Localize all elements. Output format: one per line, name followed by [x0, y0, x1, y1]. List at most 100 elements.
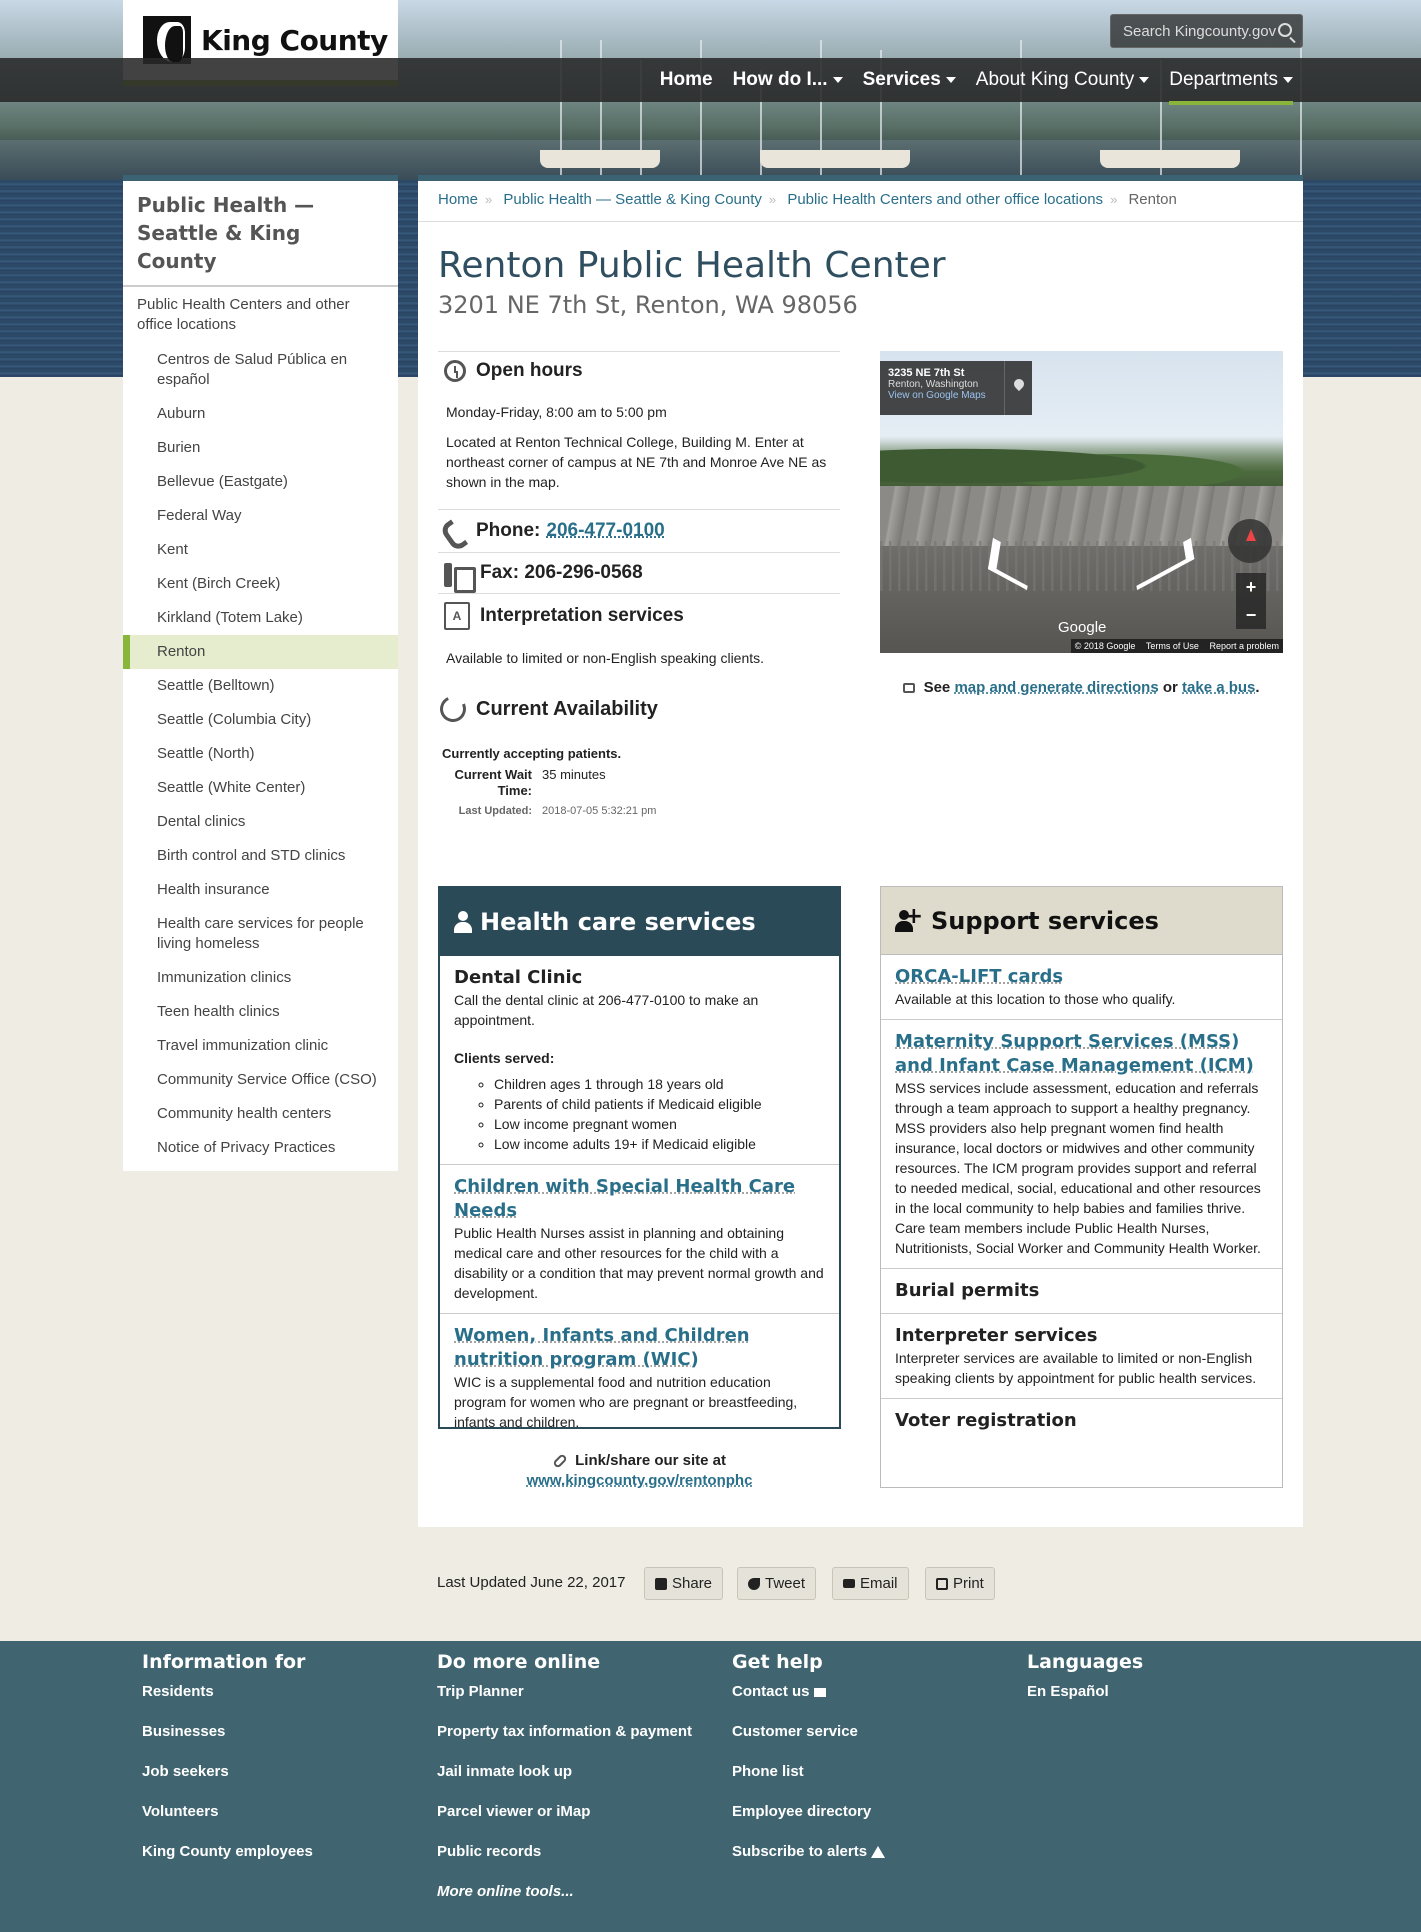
sidebar-item[interactable]: Seattle (White Center) — [123, 771, 398, 805]
clock-icon — [444, 360, 466, 382]
facebook-icon — [655, 1577, 667, 1590]
health-care-services-panel: Health care services Dental Clinic Call … — [438, 886, 841, 1430]
map-terms-link[interactable]: Terms of Use — [1146, 641, 1199, 651]
sidebar-item[interactable]: Community health centers — [123, 1097, 398, 1131]
zoom-out-button[interactable]: − — [1236, 601, 1266, 629]
phone-icon — [444, 520, 466, 542]
take-a-bus-link[interactable]: take a bus — [1182, 679, 1255, 696]
footer-link[interactable]: King County employees — [142, 1843, 313, 1883]
share-button[interactable]: Share — [644, 1567, 724, 1600]
footer-link[interactable]: En Español — [1027, 1683, 1143, 1723]
breadcrumb-public-health[interactable]: Public Health — Seattle & King County — [503, 191, 761, 208]
footer-link-alerts[interactable]: Subscribe to alerts — [732, 1843, 886, 1883]
compass-icon[interactable] — [1228, 519, 1272, 563]
search-icon[interactable] — [1278, 23, 1292, 37]
sidebar-item[interactable]: Teen health clinics — [123, 995, 398, 1029]
open-hours-heading: Open hours — [438, 352, 840, 382]
sidebar-item[interactable]: Notice of Privacy Practices — [123, 1131, 398, 1165]
street-view-map[interactable]: 3235 NE 7th St Renton, Washington View o… — [880, 351, 1283, 653]
sidebar-item[interactable]: Health insurance — [123, 873, 398, 907]
footer-link[interactable]: Phone list — [732, 1763, 885, 1803]
envelope-icon — [843, 1579, 855, 1588]
phone-link[interactable]: 206-477-0100 — [546, 520, 664, 542]
availability-heading: Current Availability — [436, 668, 840, 726]
nav-about[interactable]: About King County — [966, 58, 1159, 102]
breadcrumb-centers[interactable]: Public Health Centers and other office l… — [787, 191, 1103, 208]
service-title-link[interactable]: Children with Special Health Care Needs — [454, 1175, 825, 1223]
breadcrumb-home[interactable]: Home — [438, 191, 478, 208]
sidebar-item[interactable]: Kent (Birch Creek) — [123, 567, 398, 601]
interpretation-text: Available to limited or non-English spea… — [446, 650, 765, 666]
tweet-button[interactable]: Tweet — [737, 1567, 817, 1600]
sidebar-item[interactable]: Seattle (Columbia City) — [123, 703, 398, 737]
printer-icon — [936, 1577, 948, 1590]
breadcrumb-separator-icon: » — [1110, 192, 1118, 207]
sidebar-item-active[interactable]: Renton — [123, 635, 398, 669]
footer-link[interactable]: Customer service — [732, 1723, 885, 1763]
footer-link[interactable]: Public records — [437, 1843, 692, 1883]
print-button[interactable]: Print — [925, 1567, 995, 1600]
map-report-link[interactable]: Report a problem — [1209, 641, 1279, 651]
service-title-link[interactable]: ORCA-LIFT cards — [895, 965, 1268, 989]
directions-line: See map and generate directions or take … — [880, 679, 1283, 696]
sidebar-item[interactable]: Birth control and STD clinics — [123, 839, 398, 873]
interpretation-heading: A Interpretation services — [438, 594, 840, 638]
short-url-link[interactable]: www.kingcounty.gov/rentonphc — [527, 1472, 753, 1489]
sidebar-item[interactable]: Auburn — [123, 397, 398, 431]
nav-how-do-i[interactable]: How do I... — [723, 58, 853, 102]
nav-home[interactable]: Home — [650, 58, 723, 102]
footer-link[interactable]: Businesses — [142, 1723, 313, 1763]
footer-link[interactable]: Volunteers — [142, 1803, 313, 1843]
caret-down-icon — [1139, 76, 1150, 83]
sidebar-item[interactable]: Burien — [123, 431, 398, 465]
footer-link[interactable]: Trip Planner — [437, 1683, 692, 1723]
sidebar-item[interactable]: Seattle (North) — [123, 737, 398, 771]
service-title-link[interactable]: Women, Infants and Children nutrition pr… — [454, 1324, 825, 1372]
map-directions-link[interactable]: map and generate directions — [954, 679, 1158, 696]
footer-link[interactable]: Jail inmate look up — [437, 1763, 692, 1803]
service-text: Public Health Nurses assist in planning … — [454, 1225, 824, 1301]
clients-list: Children ages 1 through 18 years old Par… — [454, 1074, 825, 1154]
service-item: Voter registration — [881, 1399, 1282, 1443]
email-button[interactable]: Email — [832, 1567, 909, 1600]
sidebar-item[interactable]: Kent — [123, 533, 398, 567]
footer-link[interactable]: Employee directory — [732, 1803, 885, 1843]
service-title: Voter registration — [895, 1410, 1077, 1431]
sidebar-item[interactable]: Community Service Office (CSO) — [123, 1063, 398, 1097]
service-text: Interpreter services are available to li… — [895, 1350, 1257, 1386]
sidebar-item[interactable]: Seattle (Belltown) — [123, 669, 398, 703]
sidebar-item[interactable]: Health care services for people living h… — [123, 907, 398, 961]
nav-services[interactable]: Services — [853, 58, 966, 102]
map-pin-icon[interactable] — [1004, 361, 1032, 415]
hours-text: Monday-Friday, 8:00 am to 5:00 pm — [446, 404, 667, 420]
footer-link[interactable]: Residents — [142, 1683, 313, 1723]
footer-link[interactable]: Property tax information & payment — [437, 1723, 692, 1763]
footer-link[interactable]: Parcel viewer or iMap — [437, 1803, 692, 1843]
footer-column-information: Information for Residents Businesses Job… — [142, 1651, 313, 1883]
search-input[interactable]: Search Kingcounty.gov — [1110, 14, 1303, 48]
footer-link-contact[interactable]: Contact us — [732, 1683, 885, 1723]
sidebar-parent-link[interactable]: Public Health Centers and other office l… — [123, 287, 398, 343]
zoom-controls[interactable]: + − — [1236, 573, 1266, 629]
sidebar-item[interactable]: Federal Way — [123, 499, 398, 533]
footer-link[interactable]: Job seekers — [142, 1763, 313, 1803]
sidebar-item[interactable]: Centros de Salud Pública en español — [123, 343, 398, 397]
footer-more-link[interactable]: More online tools... — [437, 1883, 692, 1923]
sidebar-item[interactable]: Dental clinics — [123, 805, 398, 839]
accepting-status: Currently accepting patients. — [442, 746, 622, 761]
sidebar-item[interactable]: Kirkland (Totem Lake) — [123, 601, 398, 635]
sidebar-item[interactable]: Immunization clinics — [123, 961, 398, 995]
hand-pointer-icon — [903, 683, 916, 694]
nav-departments[interactable]: Departments — [1159, 58, 1303, 105]
sidebar-item[interactable]: Travel immunization clinic — [123, 1029, 398, 1063]
list-item: Parents of child patients if Medicaid el… — [494, 1094, 825, 1114]
service-item: ORCA-LIFT cards Available at this locati… — [881, 955, 1282, 1020]
list-item: Children ages 1 through 18 years old — [494, 1074, 825, 1094]
list-item: Low income pregnant women — [494, 1114, 825, 1134]
sidebar-title[interactable]: Public Health — Seattle & King County — [123, 181, 398, 287]
sidebar-item[interactable]: Bellevue (Eastgate) — [123, 465, 398, 499]
service-title-link[interactable]: Maternity Support Services (MSS) and Inf… — [895, 1030, 1268, 1078]
service-item: Women, Infants and Children nutrition pr… — [440, 1314, 839, 1442]
zoom-in-button[interactable]: + — [1236, 573, 1266, 601]
breadcrumb-current: Renton — [1128, 191, 1177, 208]
